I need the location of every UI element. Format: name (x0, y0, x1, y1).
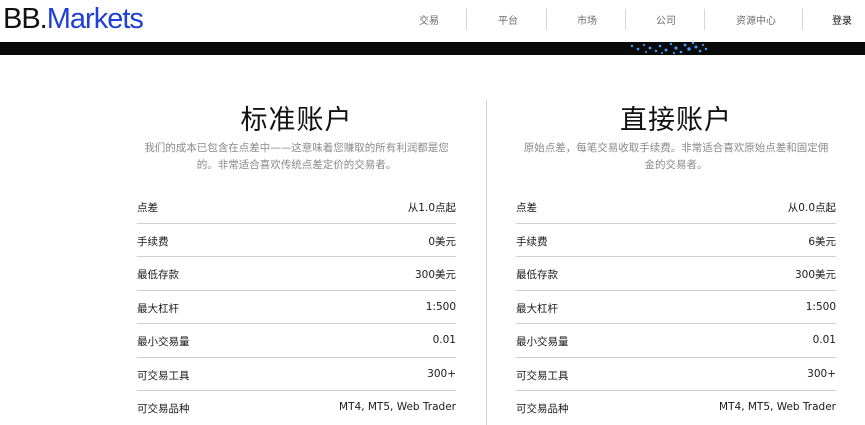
login-link[interactable]: 登录 (832, 12, 852, 27)
nav-divider (704, 9, 705, 30)
spec-label: 手续费 (137, 235, 169, 248)
spec-row-platforms: 可交易品种 MT4, MT5, Web Trader (137, 391, 456, 425)
brand-logo[interactable]: BB.Markets (3, 3, 144, 35)
spec-row-min-deposit: 最低存款 300美元 (516, 257, 836, 291)
account-description: 原始点差，每笔交易收取手续费。非常适合喜欢原始点差和固定佣 金的交易者。 (516, 140, 836, 174)
nav-item-markets[interactable]: 市场 (577, 12, 597, 27)
nav-item-company[interactable]: 公司 (656, 12, 676, 27)
spec-value: 0美元 (428, 235, 456, 248)
spec-value: 0.01 (812, 334, 836, 346)
account-description-line: 我们的成本已包含在点差中——这意味着您赚取的所有利润都是您 (144, 142, 449, 154)
spec-label: 最大杠杆 (137, 302, 179, 315)
nav-divider (625, 9, 626, 30)
spec-label: 最小交易量 (137, 336, 190, 348)
account-description: 我们的成本已包含在点差中——这意味着您赚取的所有利润都是您 的。非常适合喜欢传统… (137, 140, 456, 174)
nav-divider (546, 9, 547, 30)
spec-value: 300+ (427, 367, 456, 380)
site-header: BB.Markets 交易 平台 市场 公司 资源中心 登录 (0, 0, 865, 42)
account-description-line: 金的交易者。 (644, 159, 708, 171)
spec-value: 从1.0点起 (407, 202, 456, 214)
logo-prefix: BB. (3, 3, 48, 35)
spec-row-min-deposit: 最低存款 300美元 (137, 257, 456, 291)
spec-label: 可交易品种 (516, 403, 569, 415)
spec-row-commission: 手续费 0美元 (137, 224, 456, 257)
spec-label: 最大杠杆 (516, 302, 558, 315)
nav-divider (466, 9, 467, 30)
spec-label: 可交易品种 (137, 403, 190, 415)
spec-value: 300美元 (414, 269, 456, 281)
nav-item-platforms[interactable]: 平台 (498, 12, 518, 27)
spec-label: 最小交易量 (516, 336, 569, 348)
account-description-line: 的。非常适合喜欢传统点差定价的交易者。 (196, 159, 397, 171)
spec-value: 1:500 (805, 300, 836, 313)
spec-value: 300+ (807, 367, 836, 380)
spec-value: 1:500 (425, 300, 456, 313)
column-divider (486, 100, 487, 425)
spec-row-instruments: 可交易工具 300+ (516, 358, 836, 391)
spec-row-max-leverage: 最大杠杆 1:500 (137, 291, 456, 324)
spec-value: 从0.0点起 (787, 202, 836, 214)
nav-item-resources[interactable]: 资源中心 (736, 12, 776, 27)
spec-value: 0.01 (432, 334, 456, 346)
particle-graphic (630, 42, 708, 55)
account-spec-table: 点差 从0.0点起 手续费 6美元 最低存款 300美元 最大杠杆 1:500 最小交易… (516, 190, 836, 425)
spec-value: MT4, MT5, Web Trader (339, 401, 456, 413)
nav-divider (802, 9, 803, 30)
spec-label: 手续费 (516, 235, 548, 248)
spec-value: 6美元 (808, 235, 836, 248)
spec-row-spread: 点差 从1.0点起 (137, 190, 456, 224)
account-title: 标准账户 (240, 105, 353, 136)
account-spec-table: 点差 从1.0点起 手续费 0美元 最低存款 300美元 最大杠杆 1:500 最小交易… (137, 190, 456, 425)
spec-row-min-volume: 最小交易量 0.01 (137, 324, 456, 358)
spec-row-max-leverage: 最大杠杆 1:500 (516, 291, 836, 324)
spec-label: 点差 (137, 202, 158, 214)
spec-row-commission: 手续费 6美元 (516, 224, 836, 257)
spec-row-platforms: 可交易品种 MT4, MT5, Web Trader (516, 391, 836, 425)
account-title: 直接账户 (620, 105, 732, 136)
nav-item-trading[interactable]: 交易 (419, 12, 439, 27)
spec-row-min-volume: 最小交易量 0.01 (516, 324, 836, 358)
spec-label: 可交易工具 (516, 369, 569, 382)
spec-row-spread: 点差 从0.0点起 (516, 190, 836, 224)
spec-row-instruments: 可交易工具 300+ (137, 358, 456, 391)
account-description-line: 原始点差，每笔交易收取手续费。非常适合喜欢原始点差和固定佣 (523, 142, 829, 154)
hero-banner-strip (0, 42, 865, 55)
spec-value: MT4, MT5, Web Trader (719, 401, 836, 413)
spec-label: 最低存款 (516, 269, 558, 281)
logo-suffix: Markets (46, 3, 144, 35)
spec-label: 点差 (516, 202, 537, 214)
spec-label: 可交易工具 (137, 369, 190, 382)
spec-label: 最低存款 (137, 269, 179, 281)
spec-value: 300美元 (794, 269, 836, 281)
